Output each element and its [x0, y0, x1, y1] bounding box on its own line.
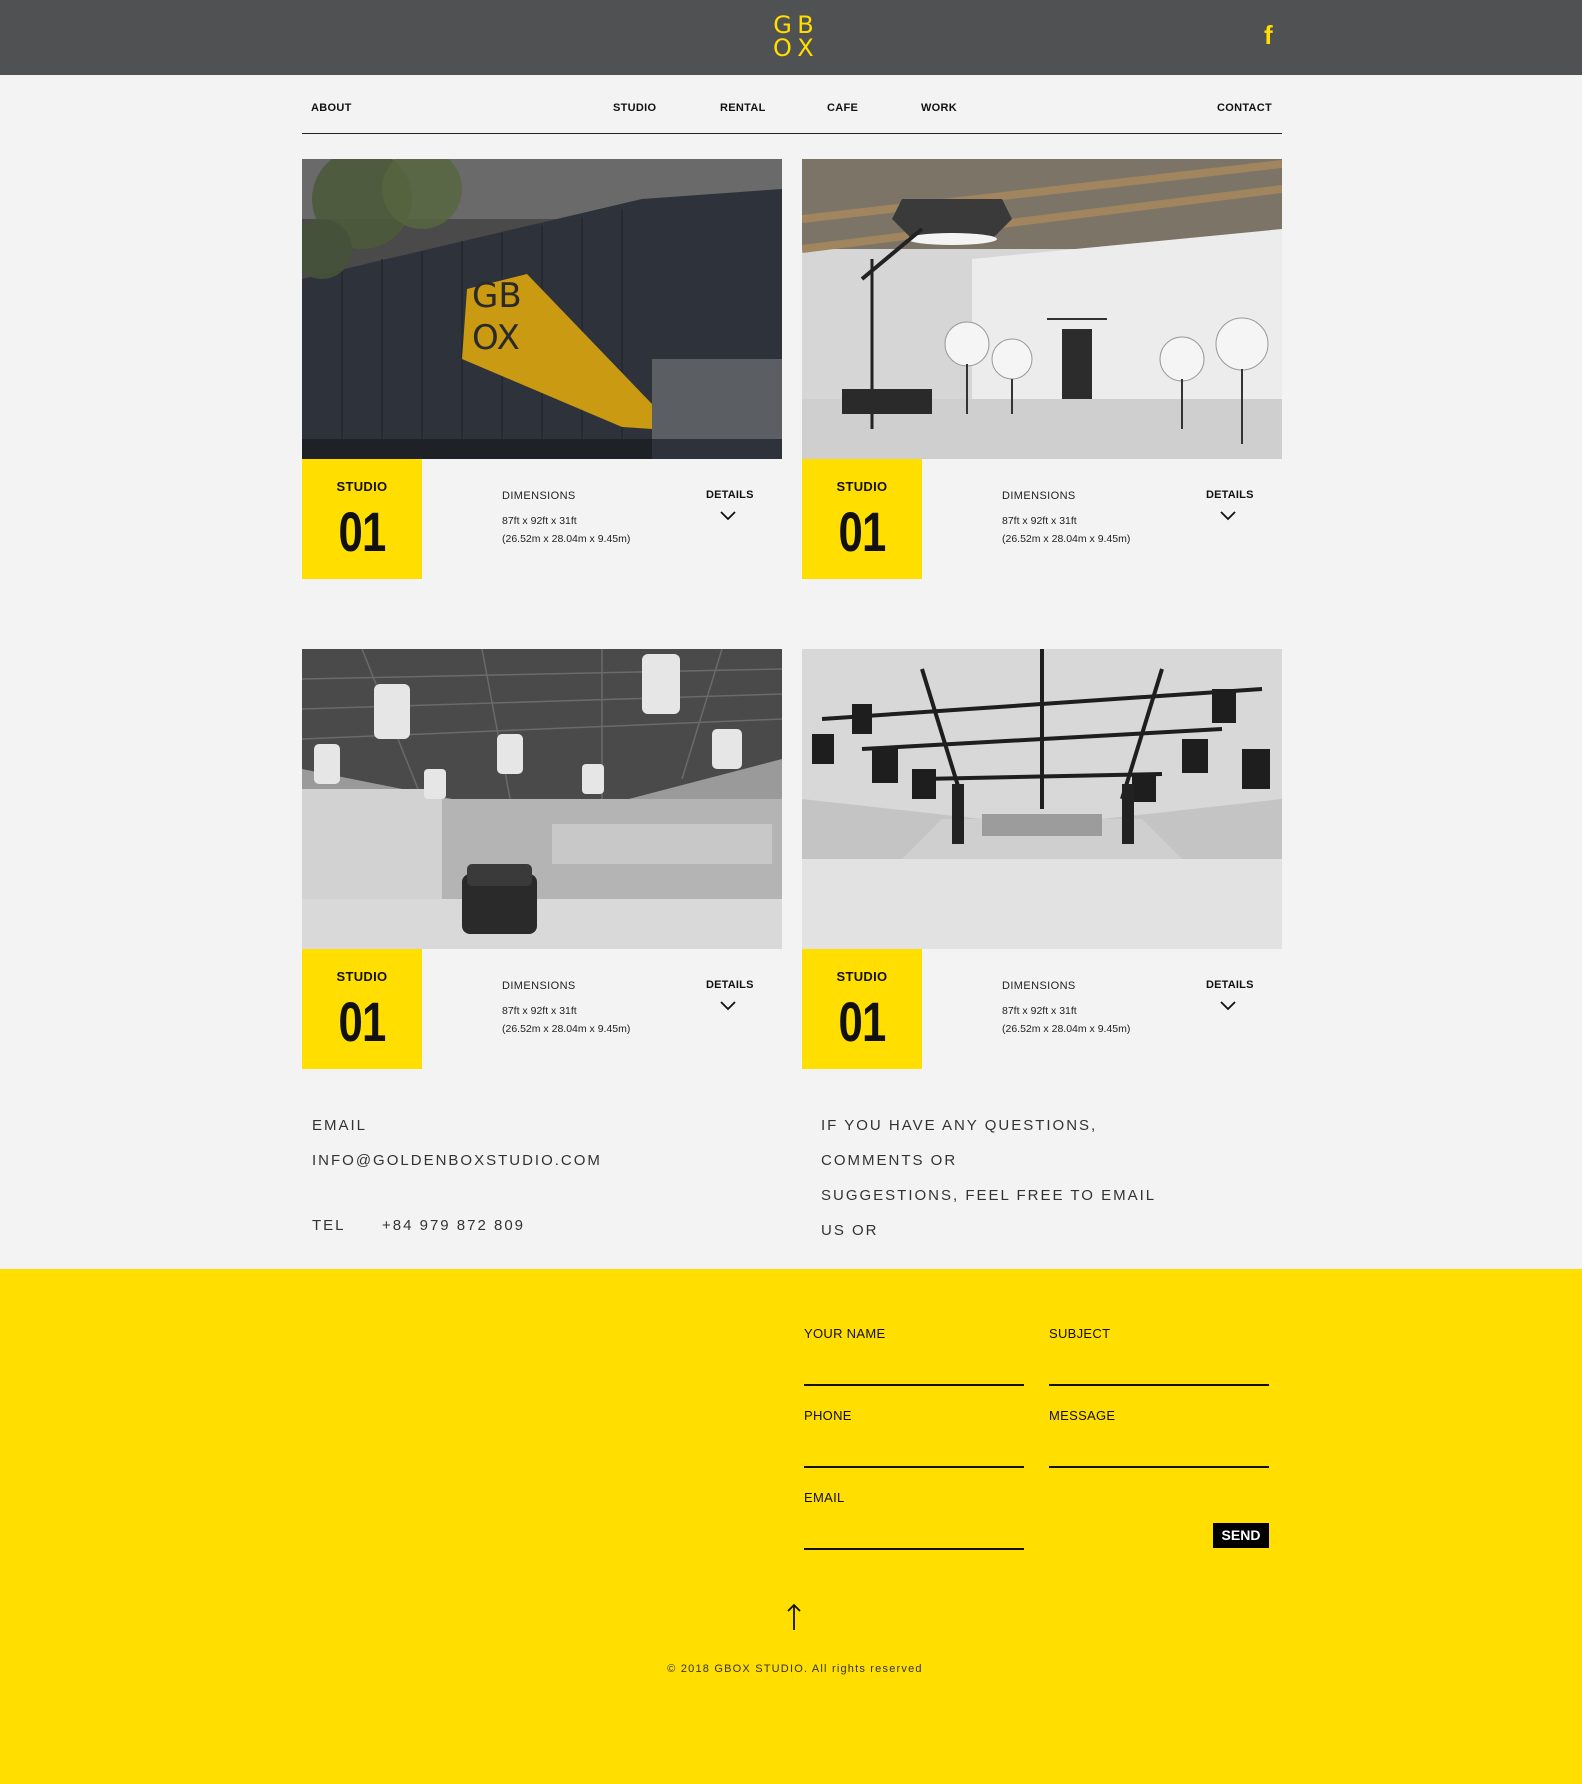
studio-badge: STUDIO 01	[302, 459, 422, 579]
message-label: MESSAGE	[1049, 1408, 1116, 1423]
nav-item-cafe[interactable]: CAFE	[827, 102, 858, 114]
studio-badge: STUDIO 01	[802, 459, 922, 579]
chevron-down-icon[interactable]	[720, 1001, 736, 1011]
chevron-down-icon[interactable]	[720, 511, 736, 521]
studio-photo-building[interactable]: GB OX	[302, 159, 782, 459]
your-name-field[interactable]	[804, 1384, 1024, 1386]
copyright-text: © 2018 GBOX STUDIO. All rights reserved	[667, 1663, 923, 1675]
dimensions-metric: (26.52m x 28.04m x 9.45m)	[502, 533, 631, 545]
dimensions-title: DIMENSIONS	[1002, 980, 1076, 992]
studio-photo-lighting[interactable]	[802, 159, 1282, 459]
nav-item-contact[interactable]: CONTACT	[1217, 102, 1272, 114]
studio-photo-hall[interactable]	[802, 649, 1282, 949]
details-link[interactable]: DETAILS	[706, 979, 754, 991]
dimensions-imperial: 87ft x 92ft x 31ft	[1002, 1005, 1077, 1017]
chevron-down-icon[interactable]	[1220, 1001, 1236, 1011]
studio-badge-label: STUDIO	[836, 969, 888, 984]
dimensions-imperial: 87ft x 92ft x 31ft	[502, 515, 577, 527]
gbox-logo[interactable]: G B O X	[771, 13, 817, 62]
studio-number: 01	[338, 500, 386, 563]
studio-badge-label: STUDIO	[836, 479, 888, 494]
top-bar: G B O X f	[0, 0, 1582, 75]
contact-email-label: EMAIL	[312, 1117, 368, 1134]
logo-letter: X	[797, 34, 814, 62]
contact-message-line: COMMENTS OR	[821, 1152, 958, 1169]
subject-field[interactable]	[1049, 1384, 1269, 1386]
your-name-label: YOUR NAME	[804, 1326, 886, 1341]
phone-label: PHONE	[804, 1408, 852, 1423]
studio-card: STUDIO 01 DIMENSIONS 87ft x 92ft x 31ft …	[302, 649, 782, 1069]
contact-message-line: SUGGESTIONS, FEEL FREE TO EMAIL	[821, 1187, 1157, 1204]
studio-number: 01	[838, 500, 886, 563]
studio-badge: STUDIO 01	[302, 949, 422, 1069]
subject-label: SUBJECT	[1049, 1326, 1111, 1341]
dimensions-title: DIMENSIONS	[502, 980, 576, 992]
dimensions-imperial: 87ft x 92ft x 31ft	[1002, 515, 1077, 527]
email-field[interactable]	[804, 1548, 1024, 1550]
studio-badge-label: STUDIO	[336, 969, 388, 984]
facebook-icon[interactable]: f	[1264, 22, 1280, 48]
nav-item-studio[interactable]: STUDIO	[613, 102, 656, 114]
nav-item-rental[interactable]: RENTAL	[720, 102, 766, 114]
nav-item-work[interactable]: WORK	[921, 102, 957, 114]
logo-letter: O	[773, 34, 792, 62]
studio-badge: STUDIO 01	[802, 949, 922, 1069]
email-label: EMAIL	[804, 1490, 845, 1505]
details-link[interactable]: DETAILS	[706, 489, 754, 501]
studio-badge-label: STUDIO	[336, 479, 388, 494]
contact-tel-value[interactable]: +84 979 872 809	[382, 1217, 525, 1234]
dimensions-metric: (26.52m x 28.04m x 9.45m)	[502, 1023, 631, 1035]
nav-item-about[interactable]: ABOUT	[311, 102, 352, 114]
contact-tel-label: TEL	[312, 1217, 346, 1234]
svg-text:GB: GB	[472, 276, 522, 316]
chevron-down-icon[interactable]	[1220, 511, 1236, 521]
studio-card: STUDIO 01 DIMENSIONS 87ft x 92ft x 31ft …	[802, 159, 1282, 579]
studio-photo-warehouse[interactable]	[302, 649, 782, 949]
dimensions-title: DIMENSIONS	[1002, 490, 1076, 502]
studio-number: 01	[338, 990, 386, 1053]
send-button[interactable]: SEND	[1213, 1523, 1269, 1548]
details-link[interactable]: DETAILS	[1206, 979, 1254, 991]
back-to-top-arrow-icon[interactable]	[784, 1602, 804, 1632]
main-nav: ABOUT STUDIO RENTAL CAFE WORK CONTACT	[302, 75, 1282, 134]
dimensions-metric: (26.52m x 28.04m x 9.45m)	[1002, 1023, 1131, 1035]
contact-message-line: US OR	[821, 1222, 879, 1239]
phone-field[interactable]	[804, 1466, 1024, 1468]
studio-card: GB OX STUDIO 01 DIMENSIONS 87ft x 92ft x…	[302, 159, 782, 579]
svg-text:OX: OX	[472, 318, 520, 358]
dimensions-metric: (26.52m x 28.04m x 9.45m)	[1002, 533, 1131, 545]
dimensions-title: DIMENSIONS	[502, 490, 576, 502]
message-field[interactable]	[1049, 1466, 1269, 1468]
details-link[interactable]: DETAILS	[1206, 489, 1254, 501]
contact-email-link[interactable]: INFO@GOLDENBOXSTUDIO.COM	[312, 1152, 602, 1169]
contact-message-line: IF YOU HAVE ANY QUESTIONS,	[821, 1117, 1098, 1134]
dimensions-imperial: 87ft x 92ft x 31ft	[502, 1005, 577, 1017]
studio-card: STUDIO 01 DIMENSIONS 87ft x 92ft x 31ft …	[802, 649, 1282, 1069]
studio-number: 01	[838, 990, 886, 1053]
footer	[0, 1269, 1582, 1784]
